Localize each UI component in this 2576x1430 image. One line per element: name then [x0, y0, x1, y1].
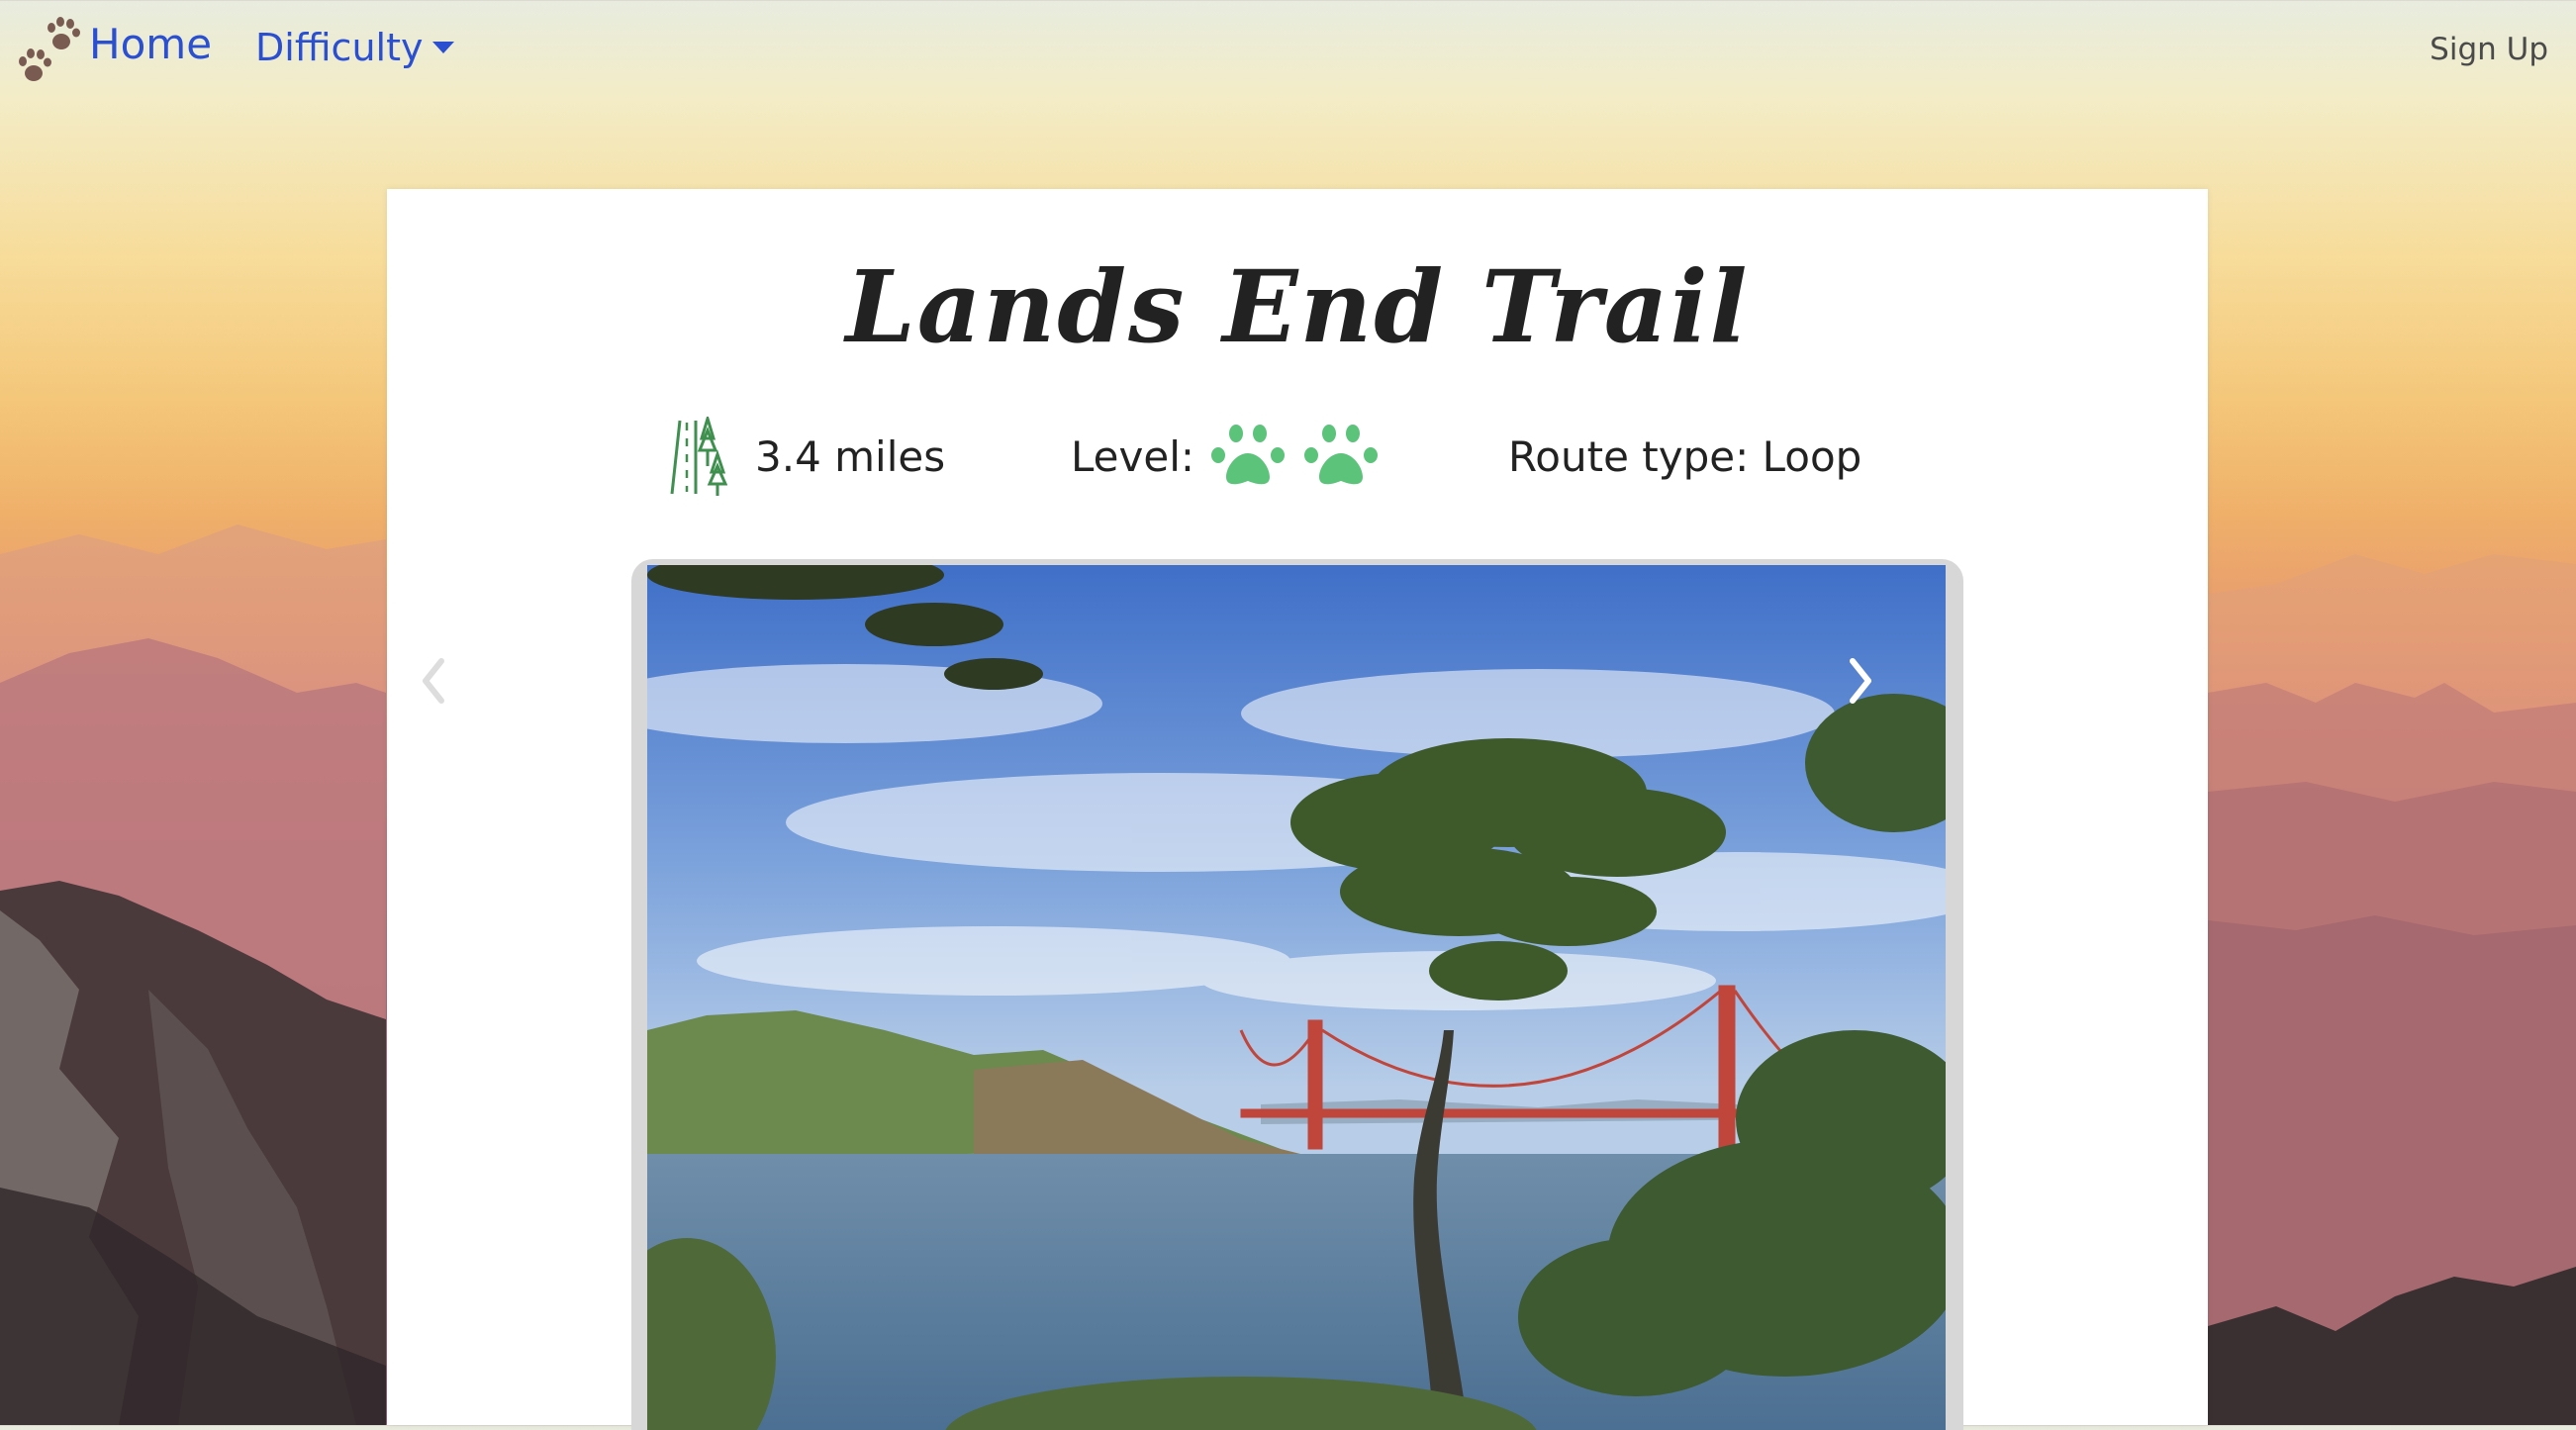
level-stat: Level: [1071, 417, 1381, 496]
chevron-right-icon [1850, 658, 1871, 704]
caret-down-icon [432, 42, 455, 53]
level-label: Level: [1071, 431, 1195, 481]
route-type-value: Route type: Loop [1508, 431, 1862, 481]
paw-prints-icon [19, 17, 80, 81]
brand-logo[interactable] [14, 16, 85, 85]
nav-difficulty-dropdown[interactable]: Difficulty [255, 26, 455, 69]
paw-icon [1304, 425, 1379, 485]
signup-link[interactable]: Sign Up [2430, 32, 2548, 67]
top-navbar: Home Difficulty Sign Up [0, 0, 2576, 99]
photo-carousel[interactable] [631, 559, 1963, 1430]
carousel-next-button[interactable] [1841, 651, 1880, 711]
paw-icon [1211, 425, 1286, 485]
nav-difficulty-label: Difficulty [255, 26, 424, 69]
distance-value: 3.4 miles [755, 431, 946, 481]
trail-title: Lands End Trail [845, 248, 1750, 365]
trail-stats: 3.4 miles Level: Route type: Loop [387, 417, 2208, 496]
nav-home-link[interactable]: Home [89, 20, 212, 68]
carousel-slide-image [647, 565, 1946, 1430]
distance-stat: 3.4 miles [670, 417, 945, 496]
carousel-prev-button[interactable] [414, 651, 453, 711]
chevron-left-icon [423, 658, 444, 704]
trail-card: Lands End Trail 3.4 miles Level: Route t… [387, 189, 2208, 1430]
route-type-stat: Route type: Loop [1508, 417, 1861, 496]
trail-road-icon [670, 417, 727, 496]
